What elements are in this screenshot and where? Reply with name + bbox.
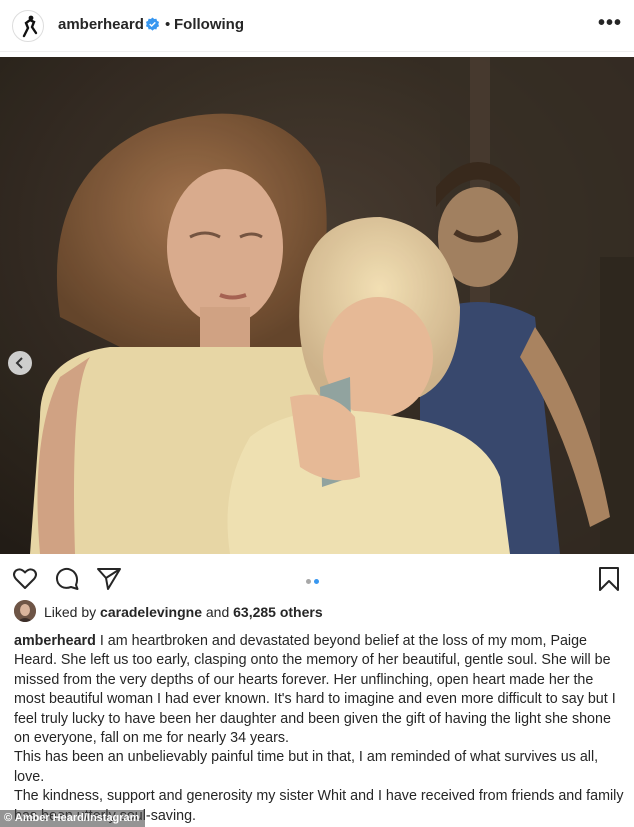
post-photo[interactable] [0,57,634,554]
chevron-left-icon [15,357,23,369]
carousel-prev-button[interactable] [8,351,32,375]
likes-prefix: Liked by [44,604,97,620]
post-header: amberheard • Following ••• [0,0,634,52]
photo-credit: © Amber Heard/Instagram [0,810,146,827]
post-actions-bar [0,558,634,598]
caption-paragraph: This has been an unbelievably painful ti… [14,749,599,785]
carousel-indicator [306,571,322,589]
following-button[interactable]: Following [174,16,244,33]
likes-count[interactable]: 63,285 others [233,604,323,620]
carousel-dot-active [314,579,319,584]
comment-icon[interactable] [54,566,80,592]
share-icon[interactable] [96,566,122,592]
header-separator: • [165,16,171,33]
more-options-icon[interactable]: ••• [598,12,622,35]
bookmark-icon[interactable] [596,566,622,592]
heart-icon[interactable] [12,566,38,592]
likes-text: Liked by caradelevingne and 63,285 other… [44,604,323,620]
likes-connector: and [205,604,230,620]
liker-username[interactable]: caradelevingne [100,604,202,620]
carousel-dot [306,579,311,584]
profile-avatar[interactable] [12,10,44,42]
caption-author[interactable]: amberheard [14,633,96,649]
liker-avatar[interactable] [14,600,36,622]
verified-badge-icon [145,17,160,31]
post-caption: amberheard I am heartbroken and devastat… [14,632,626,826]
username-link[interactable]: amberheard [58,16,144,33]
caption-paragraph: I am heartbroken and devastated beyond b… [14,633,616,747]
